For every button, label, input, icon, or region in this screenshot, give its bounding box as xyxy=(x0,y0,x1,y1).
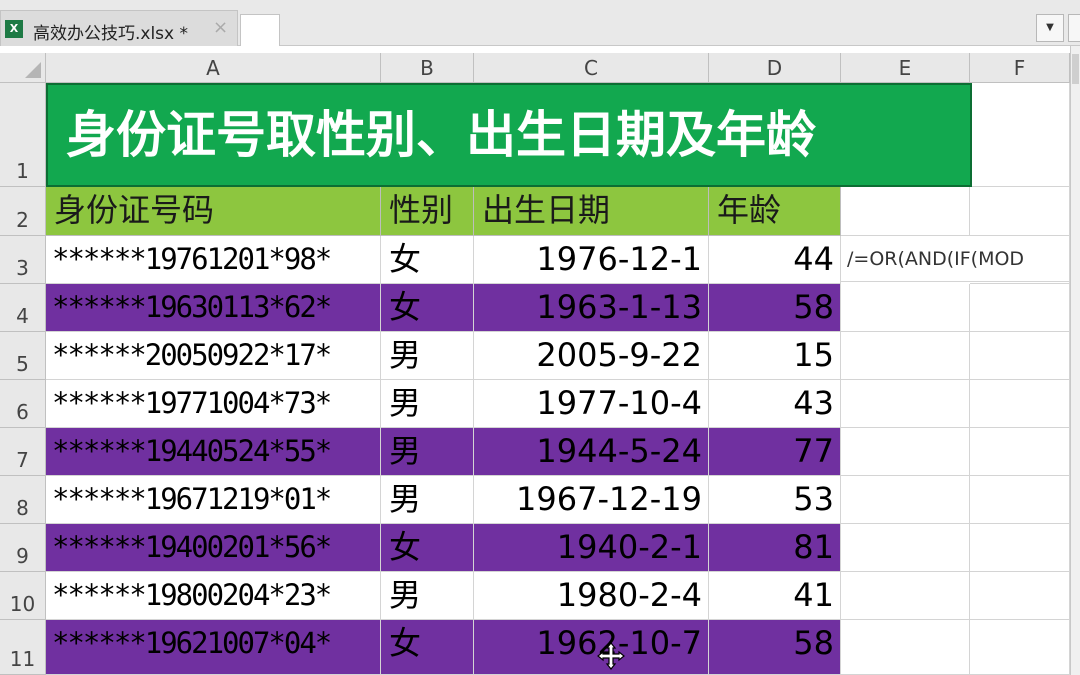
empty-cell-f6[interactable] xyxy=(970,380,1070,428)
empty-cell-e8[interactable] xyxy=(841,476,970,524)
birth-date-cell[interactable]: 1963-1-13 xyxy=(474,284,709,332)
vertical-scrollbar[interactable] xyxy=(1070,46,1080,675)
birth-date-cell[interactable]: 2005-9-22 xyxy=(474,332,709,380)
age-cell[interactable]: 77 xyxy=(709,428,841,476)
column-header-e[interactable]: E xyxy=(841,53,970,83)
empty-cell-f2[interactable] xyxy=(970,187,1070,236)
birth-date-cell[interactable]: 1944-5-24 xyxy=(474,428,709,476)
header-age[interactable]: 年龄 xyxy=(709,187,841,236)
row-header-10[interactable]: 10 xyxy=(0,572,46,620)
id-number-cell[interactable]: ******19630113*62* xyxy=(46,284,381,332)
empty-cell-f1[interactable] xyxy=(970,83,1070,187)
row-header-6[interactable]: 6 xyxy=(0,380,46,428)
id-number-cell[interactable]: ******19800204*23* xyxy=(46,572,381,620)
empty-cell-e2[interactable] xyxy=(841,187,970,236)
empty-cell-f4[interactable] xyxy=(970,284,1070,332)
age-cell[interactable]: 53 xyxy=(709,476,841,524)
empty-cell-f7[interactable] xyxy=(970,428,1070,476)
age-cell[interactable]: 41 xyxy=(709,572,841,620)
column-header-f[interactable]: F xyxy=(970,53,1070,83)
empty-cell-e7[interactable] xyxy=(841,428,970,476)
column-header-c[interactable]: C xyxy=(474,53,709,83)
sex-cell[interactable]: 男 xyxy=(381,428,474,476)
age-cell[interactable]: 15 xyxy=(709,332,841,380)
sex-cell[interactable]: 男 xyxy=(381,332,474,380)
empty-cell-f10[interactable] xyxy=(970,572,1070,620)
scrollbar-thumb[interactable] xyxy=(1072,54,1079,84)
age-cell[interactable]: 58 xyxy=(709,620,841,675)
row-header-11[interactable]: 11 xyxy=(0,620,46,675)
cell-e3-formula-text[interactable]: /=OR(AND(IF(MOD xyxy=(841,236,1069,282)
age-cell[interactable]: 81 xyxy=(709,524,841,572)
document-tab-bar: X 高效办公技巧.xlsx * × ▼ xyxy=(0,0,1080,46)
empty-cell-e6[interactable] xyxy=(841,380,970,428)
id-number-cell[interactable]: ******19440524*55* xyxy=(46,428,381,476)
birth-date-cell[interactable]: 1980-2-4 xyxy=(474,572,709,620)
header-sex[interactable]: 性别 xyxy=(381,187,474,236)
row-header-8[interactable]: 8 xyxy=(0,476,46,524)
birth-date-cell[interactable]: 1967-12-19 xyxy=(474,476,709,524)
row-header-2[interactable]: 2 xyxy=(0,187,46,236)
empty-cell-f9[interactable] xyxy=(970,524,1070,572)
column-header-b[interactable]: B xyxy=(381,53,474,83)
document-tab-title: 高效办公技巧.xlsx * xyxy=(33,24,189,44)
sex-cell[interactable]: 女 xyxy=(381,284,474,332)
id-number-cell[interactable]: ******19621007*04* xyxy=(46,620,381,675)
row-header-1[interactable]: 1 xyxy=(0,83,46,187)
new-tab-button[interactable] xyxy=(240,14,280,46)
row-header-7[interactable]: 7 xyxy=(0,428,46,476)
sex-cell[interactable]: 男 xyxy=(381,380,474,428)
age-cell[interactable]: 58 xyxy=(709,284,841,332)
empty-cell-e4[interactable] xyxy=(841,284,970,332)
document-tab[interactable]: X 高效办公技巧.xlsx * × xyxy=(0,10,238,46)
select-all-corner[interactable] xyxy=(0,53,46,83)
empty-cell-e10[interactable] xyxy=(841,572,970,620)
row-header-5[interactable]: 5 xyxy=(0,332,46,380)
birth-date-cell[interactable]: 1976-12-1 xyxy=(474,236,709,284)
select-all-triangle-icon xyxy=(25,62,41,78)
column-header-d[interactable]: D xyxy=(709,53,841,83)
tab-list-dropdown-button[interactable]: ▼ xyxy=(1036,14,1064,42)
empty-cell-f8[interactable] xyxy=(970,476,1070,524)
row-header-9[interactable]: 9 xyxy=(0,524,46,572)
age-cell[interactable]: 44 xyxy=(709,236,841,284)
chevron-down-icon: ▼ xyxy=(1046,22,1054,33)
sex-cell[interactable]: 女 xyxy=(381,236,474,284)
birth-date-cell[interactable]: 1977-10-4 xyxy=(474,380,709,428)
sex-cell[interactable]: 男 xyxy=(381,572,474,620)
sex-cell[interactable]: 女 xyxy=(381,524,474,572)
id-number-cell[interactable]: ******19761201*98* xyxy=(46,236,381,284)
empty-cell-e5[interactable] xyxy=(841,332,970,380)
id-number-cell[interactable]: ******19771004*73* xyxy=(46,380,381,428)
empty-cell-f5[interactable] xyxy=(970,332,1070,380)
header-id-number[interactable]: 身份证号码 xyxy=(46,187,381,236)
empty-cell-f11[interactable] xyxy=(970,620,1070,675)
sheet-title-banner[interactable]: 身份证号取性别、出生日期及年龄 xyxy=(46,83,972,187)
sex-cell[interactable]: 男 xyxy=(381,476,474,524)
excel-file-icon: X xyxy=(5,20,23,38)
birth-date-cell[interactable]: 1940-2-1 xyxy=(474,524,709,572)
close-tab-icon[interactable]: × xyxy=(213,17,228,38)
row-header-4[interactable]: 4 xyxy=(0,284,46,332)
empty-cell-e9[interactable] xyxy=(841,524,970,572)
empty-cell-e11[interactable] xyxy=(841,620,970,675)
id-number-cell[interactable]: ******19671219*01* xyxy=(46,476,381,524)
column-header-a[interactable]: A xyxy=(46,53,381,83)
window-control-button[interactable] xyxy=(1068,14,1080,42)
id-number-cell[interactable]: ******20050922*17* xyxy=(46,332,381,380)
id-number-cell[interactable]: ******19400201*56* xyxy=(46,524,381,572)
row-header-3[interactable]: 3 xyxy=(0,236,46,284)
header-birth-date[interactable]: 出生日期 xyxy=(474,187,709,236)
sex-cell[interactable]: 女 xyxy=(381,620,474,675)
birth-date-cell[interactable]: 1962-10-7 xyxy=(474,620,709,675)
age-cell[interactable]: 43 xyxy=(709,380,841,428)
move-cursor-icon xyxy=(597,642,625,670)
